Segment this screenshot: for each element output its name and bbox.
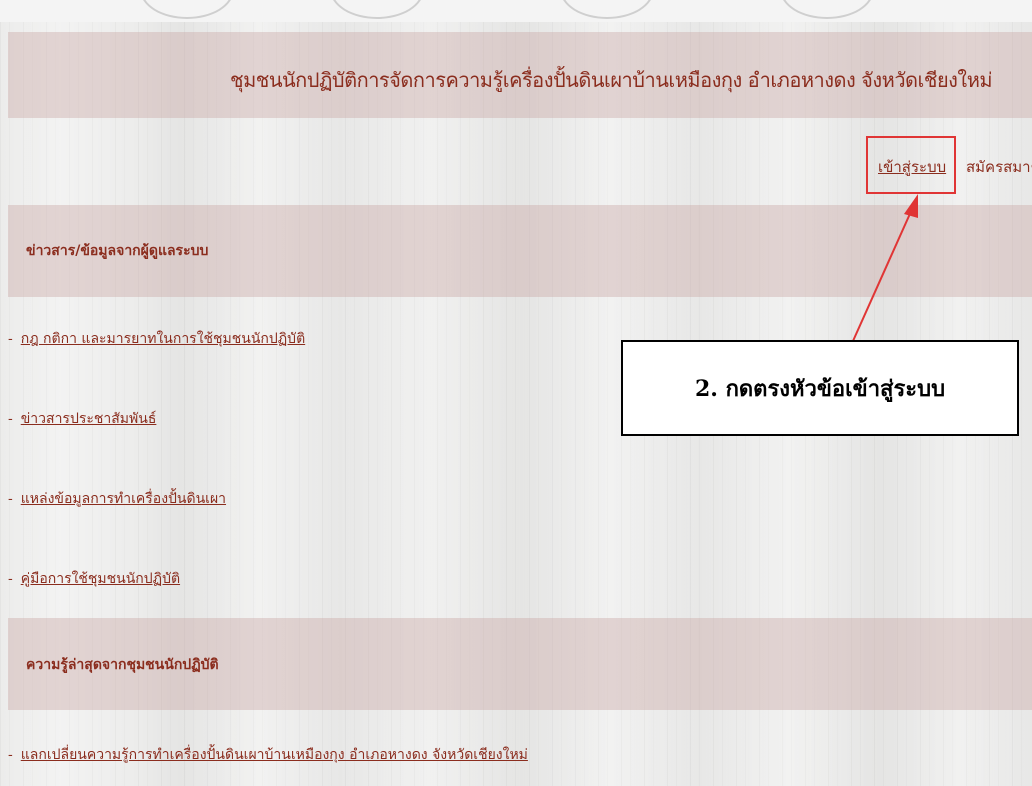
decor-arc [780,0,874,19]
list-item: - กฎ กติกา และมารยาทในการใช้ชุมชนนักปฏิบั… [8,328,305,350]
list-dash: - [8,571,13,587]
decor-arc [330,0,424,19]
login-link[interactable]: เข้าสู่ระบบ [878,155,946,179]
news-section-heading: ข่าวสาร/ข้อมูลจากผู้ดูแลระบบ [26,243,209,259]
decor-arc [560,0,654,19]
instruction-text: 2. กดตรงหัวข้อเข้าสู่ระบบ [694,375,946,402]
decor-arc [140,0,234,19]
list-dash: - [8,491,13,507]
page-title: ชุมชนนักปฏิบัติการจัดการความรู้เครื่องปั… [230,68,993,92]
list-item: - คู่มือการใช้ชุมชนนักปฏิบัติ [8,568,180,590]
top-decoration [0,0,1032,22]
list-dash: - [8,411,13,427]
rules-link[interactable]: กฎ กติกา และมารยาทในการใช้ชุมชนนักปฏิบัต… [21,331,305,347]
knowledge-section-heading: ความรู้ล่าสุดจากชุมชนนักปฏิบัติ [26,657,219,673]
pottery-sources-link[interactable]: แหล่งข้อมูลการทำเครื่องปั้นดินเผา [21,491,226,507]
list-dash: - [8,331,13,347]
list-item: - แลกเปลี่ยนความรู้การทำเครื่องปั้นดินเผา… [8,744,528,766]
instruction-callout: 2. กดตรงหัวข้อเข้าสู่ระบบ [621,340,1019,436]
knowledge-exchange-link[interactable]: แลกเปลี่ยนความรู้การทำเครื่องปั้นดินเผาบ… [21,747,528,763]
register-link[interactable]: สมัครสมาชิก [966,155,1032,179]
news-link[interactable]: ข่าวสารประชาสัมพันธ์ [21,411,157,427]
list-item: - แหล่งข้อมูลการทำเครื่องปั้นดินเผา [8,488,226,510]
list-item: - ข่าวสารประชาสัมพันธ์ [8,408,156,430]
manual-link[interactable]: คู่มือการใช้ชุมชนนักปฏิบัติ [21,571,180,587]
list-dash: - [8,747,13,763]
